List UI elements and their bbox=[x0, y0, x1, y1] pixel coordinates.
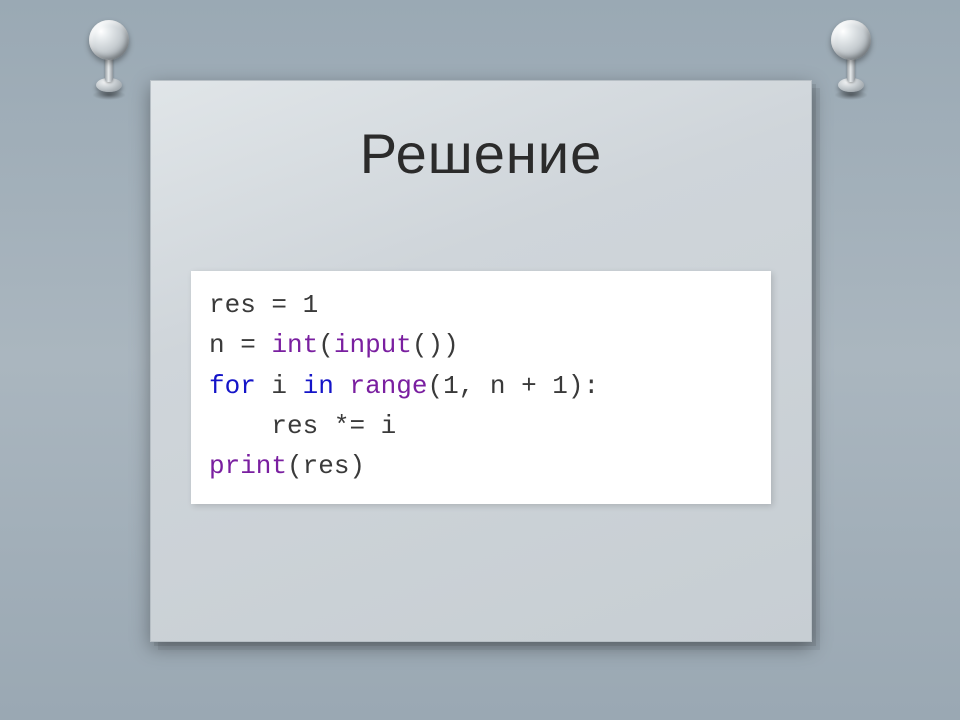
pushpin-right-icon bbox=[822, 20, 880, 98]
code-token: res bbox=[271, 411, 333, 441]
code-token: ( bbox=[318, 330, 334, 360]
code-token: (res) bbox=[287, 451, 365, 481]
code-token: 1 bbox=[303, 290, 319, 320]
code-token: int bbox=[271, 330, 318, 360]
code-token bbox=[209, 411, 271, 441]
code-token: for bbox=[209, 371, 256, 401]
code-token: input bbox=[334, 330, 412, 360]
slide-stage: Решение res = 1 n = int(input()) for i i… bbox=[0, 0, 960, 720]
code-token: i bbox=[271, 371, 287, 401]
code-token: = bbox=[240, 330, 271, 360]
code-token: *= bbox=[334, 411, 381, 441]
code-token: i bbox=[381, 411, 397, 441]
paper-sheet: Решение res = 1 n = int(input()) for i i… bbox=[150, 80, 812, 642]
paper-sheet-inner: Решение res = 1 n = int(input()) for i i… bbox=[151, 81, 811, 641]
code-token: res bbox=[209, 290, 271, 320]
code-token: ()) bbox=[412, 330, 459, 360]
code-snippet: res = 1 n = int(input()) for i in range(… bbox=[191, 271, 771, 504]
code-token bbox=[256, 371, 272, 401]
code-token bbox=[334, 371, 350, 401]
code-token: in bbox=[303, 371, 334, 401]
slide-title: Решение bbox=[151, 121, 811, 186]
code-token: = bbox=[271, 290, 302, 320]
code-token: (1, n + 1): bbox=[427, 371, 599, 401]
code-token: n bbox=[209, 330, 240, 360]
code-token: print bbox=[209, 451, 287, 481]
code-token: range bbox=[349, 371, 427, 401]
pushpin-left-icon bbox=[80, 20, 138, 98]
code-token bbox=[287, 371, 303, 401]
